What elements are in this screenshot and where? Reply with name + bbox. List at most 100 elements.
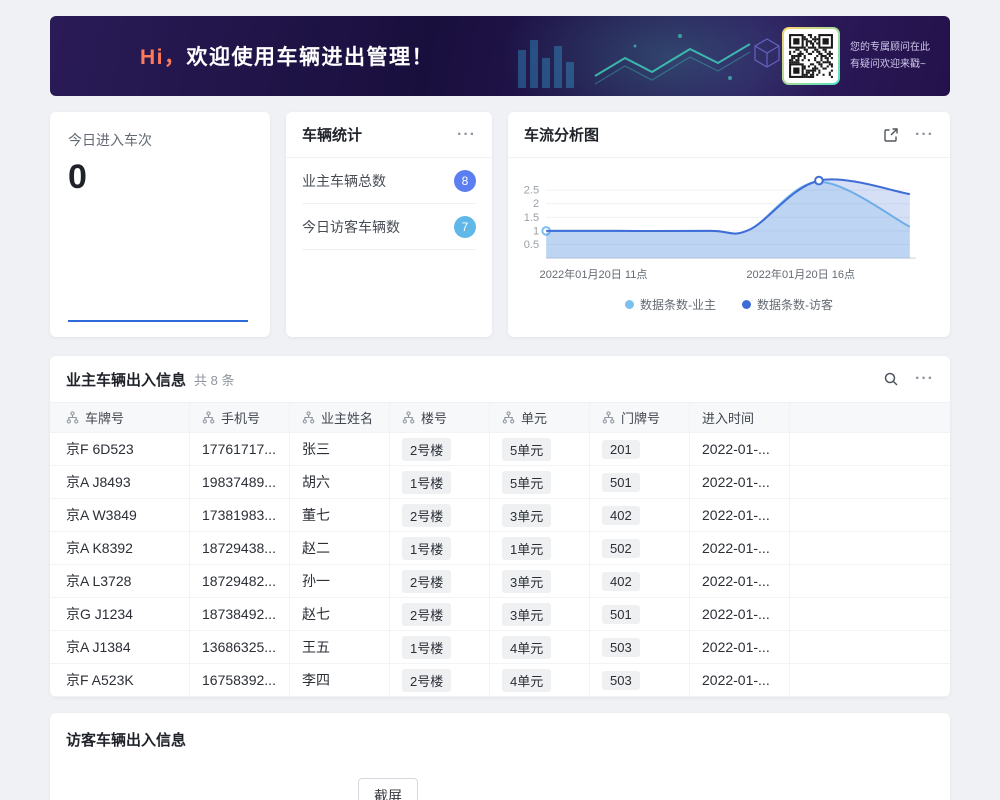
- more-icon[interactable]: ···: [915, 127, 934, 143]
- column-header[interactable]: 进入时间: [690, 403, 790, 433]
- stat-count-badge: 7: [454, 216, 476, 238]
- svg-text:0.5: 0.5: [524, 239, 539, 251]
- tag: 1号楼: [402, 537, 451, 560]
- table-cell: 3单元: [490, 499, 590, 532]
- tag: 503: [602, 671, 640, 690]
- column-header-label: 手机号: [221, 408, 260, 427]
- svg-text:1.5: 1.5: [524, 212, 539, 224]
- legend-item[interactable]: 数据条数-业主: [625, 296, 716, 313]
- vehicle-stats-header: 车辆统计 ···: [286, 112, 492, 158]
- filler-cell: [790, 532, 950, 565]
- table-cell: 2022-01-...: [690, 532, 790, 565]
- table-cell: 4单元: [490, 631, 590, 664]
- table-row[interactable]: 京A K839218729438...赵二1号楼1单元5022022-01-..…: [50, 532, 950, 565]
- qr-caption-line1: 您的专属顾问在此: [850, 39, 930, 56]
- vehicle-stat-item: 今日访客车辆数 7: [302, 204, 476, 250]
- legend-label: 数据条数-访客: [757, 296, 833, 313]
- table-cell: 16758392...: [190, 664, 290, 697]
- filler-cell: [790, 565, 950, 598]
- table-cell: 京G J1234: [50, 598, 190, 631]
- column-header-label: 业主姓名: [321, 408, 373, 427]
- table-cell: 201: [590, 433, 690, 466]
- tag: 503: [602, 638, 640, 657]
- tag: 5单元: [502, 438, 551, 461]
- table-cell: 1单元: [490, 532, 590, 565]
- table-cell: 京A J8493: [50, 466, 190, 499]
- column-header-label: 楼号: [421, 408, 447, 427]
- table-cell: 5单元: [490, 466, 590, 499]
- partial-button[interactable]: 截屏: [358, 778, 418, 800]
- column-header[interactable]: 业主姓名: [290, 403, 390, 433]
- table-cell: 17761717...: [190, 433, 290, 466]
- table-cell: 孙一: [290, 565, 390, 598]
- stat-label: 今日访客车辆数: [302, 217, 400, 237]
- table-row[interactable]: 京F A523K16758392...李四2号楼4单元5032022-01-..…: [50, 664, 950, 697]
- column-header-label: 进入时间: [702, 408, 754, 427]
- column-header[interactable]: 楼号: [390, 403, 490, 433]
- page: Hi，欢迎使用车辆进出管理！ 您的专属顾问在此 有疑问欢迎来戳~ 今日进入车次 …: [0, 0, 1000, 800]
- legend-item[interactable]: 数据条数-访客: [742, 296, 833, 313]
- tag: 501: [602, 605, 640, 624]
- table-row[interactable]: 京F 6D52317761717...张三2号楼5单元2012022-01-..…: [50, 433, 950, 466]
- tag: 501: [602, 473, 640, 492]
- table-cell: 5单元: [490, 433, 590, 466]
- banner-greeting-prefix: Hi，: [140, 46, 187, 69]
- stat-label: 业主车辆总数: [302, 171, 386, 191]
- table-cell: 402: [590, 499, 690, 532]
- tag: 2号楼: [402, 504, 451, 527]
- flow-line-chart: 0.511.522.52022年01月20日 11点2022年01月20日 16…: [508, 162, 950, 290]
- table-row[interactable]: 京G J123418738492...赵七2号楼3单元5012022-01-..…: [50, 598, 950, 631]
- legend-label: 数据条数-业主: [640, 296, 716, 313]
- table-cell: 2022-01-...: [690, 664, 790, 697]
- today-entries-sparkline: [68, 320, 248, 322]
- table-row[interactable]: 京A J849319837489...胡六1号楼5单元5012022-01-..…: [50, 466, 950, 499]
- qr-caption-line2: 有疑问欢迎来戳~: [850, 56, 930, 73]
- tag: 1号楼: [402, 471, 451, 494]
- table-row[interactable]: 京A L372818729482...孙一2号楼3单元4022022-01-..…: [50, 565, 950, 598]
- qr-caption: 您的专属顾问在此 有疑问欢迎来戳~: [850, 39, 930, 73]
- column-header[interactable]: 手机号: [190, 403, 290, 433]
- summary-cards-row: 今日进入车次 0 车辆统计 ··· 业主车辆总数8今日访客车辆数7 车流分析图: [50, 112, 950, 337]
- tag: 5单元: [502, 471, 551, 494]
- branch-icon: [502, 411, 515, 424]
- table-cell: 京A K8392: [50, 532, 190, 565]
- svg-text:2022年01月20日 11点: 2022年01月20日 11点: [540, 267, 648, 281]
- svg-text:2.5: 2.5: [524, 185, 539, 197]
- table-cell: 503: [590, 631, 690, 664]
- banner-consultant-area: 您的专属顾问在此 有疑问欢迎来戳~: [782, 16, 930, 96]
- table-row[interactable]: 京A W384917381983...董七2号楼3单元4022022-01-..…: [50, 499, 950, 532]
- export-icon[interactable]: [883, 127, 899, 143]
- table-cell: 张三: [290, 433, 390, 466]
- table-cell: 18729438...: [190, 532, 290, 565]
- flow-chart-title: 车流分析图: [524, 124, 599, 145]
- tag: 3单元: [502, 603, 551, 626]
- table-cell: 502: [590, 532, 690, 565]
- table-row[interactable]: 京A J138413686325...王五1号楼4单元5032022-01-..…: [50, 631, 950, 664]
- table-cell: 2022-01-...: [690, 499, 790, 532]
- welcome-banner: Hi，欢迎使用车辆进出管理！ 您的专属顾问在此 有疑问欢迎来戳~: [50, 16, 950, 96]
- table-cell: 18738492...: [190, 598, 290, 631]
- table-cell: 501: [590, 466, 690, 499]
- vehicle-stat-item: 业主车辆总数 8: [302, 158, 476, 204]
- tag: 402: [602, 572, 640, 591]
- branch-icon: [602, 411, 615, 424]
- column-header[interactable]: 车牌号: [50, 403, 190, 433]
- tag: 1单元: [502, 537, 551, 560]
- column-header[interactable]: 单元: [490, 403, 590, 433]
- stat-count-badge: 8: [454, 170, 476, 192]
- branch-icon: [66, 411, 79, 424]
- flow-chart-header: 车流分析图 ···: [508, 112, 950, 158]
- tag: 3单元: [502, 570, 551, 593]
- owner-table-title: 业主车辆出入信息: [66, 369, 186, 390]
- search-icon[interactable]: [883, 371, 899, 387]
- tag: 502: [602, 539, 640, 558]
- filler-cell: [790, 631, 950, 664]
- more-icon[interactable]: ···: [457, 127, 476, 143]
- table-cell: 4单元: [490, 664, 590, 697]
- table-cell: 京F 6D523: [50, 433, 190, 466]
- more-icon[interactable]: ···: [915, 371, 934, 387]
- table-cell: 2号楼: [390, 433, 490, 466]
- column-header[interactable]: 门牌号: [590, 403, 690, 433]
- table-cell: 赵七: [290, 598, 390, 631]
- filler-cell: [790, 499, 950, 532]
